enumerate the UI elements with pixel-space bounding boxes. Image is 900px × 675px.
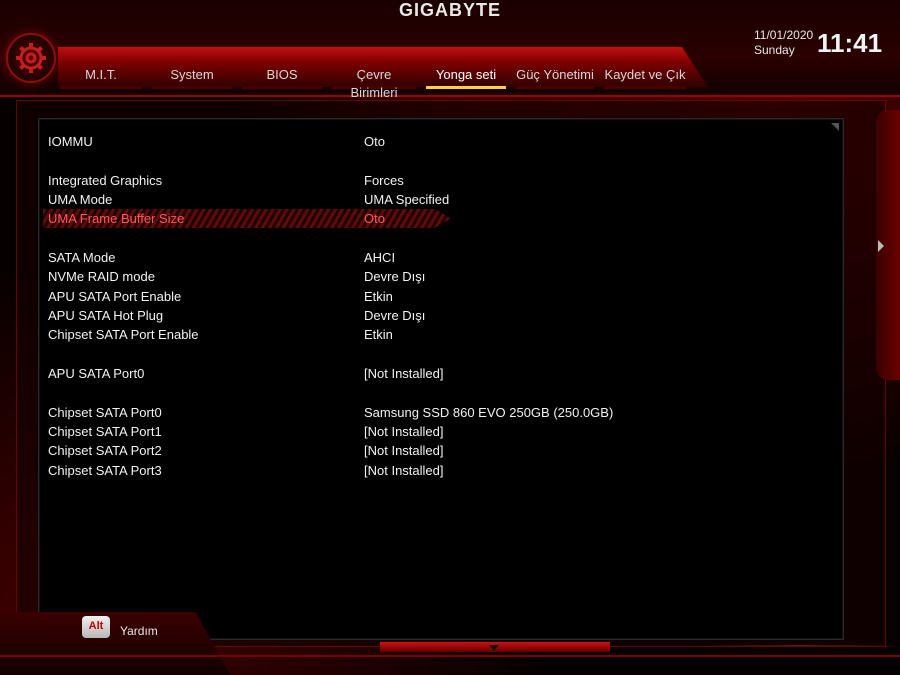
setting-sata-mode[interactable]: SATA Mode AHCI	[39, 248, 843, 267]
setting-label: Chipset SATA Port2	[48, 443, 162, 458]
day-text: Sunday	[754, 43, 795, 57]
setting-label: UMA Frame Buffer Size	[48, 211, 185, 226]
setting-uma-frame-buffer-size[interactable]: UMA Frame Buffer Size Oto	[39, 209, 843, 228]
setting-value[interactable]: UMA Specified	[364, 190, 449, 209]
setting-apu-sata-hot-plug[interactable]: APU SATA Hot Plug Devre Dışı	[39, 306, 843, 325]
setting-label: APU SATA Port0	[48, 366, 145, 381]
setting-chipset-sata-port2[interactable]: Chipset SATA Port2 [Not Installed]	[39, 441, 843, 460]
tab-mit[interactable]: M.I.T.	[60, 66, 142, 89]
setting-label: APU SATA Hot Plug	[48, 308, 164, 323]
bottom-bar	[0, 612, 230, 675]
setting-apu-sata-port-enable[interactable]: APU SATA Port Enable Etkin	[39, 287, 843, 306]
setting-value: Samsung SSD 860 EVO 250GB (250.0GB)	[364, 405, 614, 420]
setting-label: Chipset SATA Port1	[48, 424, 162, 439]
tab-bios[interactable]: BIOS	[242, 66, 322, 89]
tab-chipset[interactable]: Yonga seti	[426, 66, 506, 89]
help-label[interactable]: Yardım	[120, 624, 158, 638]
main-tabs: M.I.T. System BIOS Çevre Birimleri Yonga…	[60, 66, 696, 100]
setting-value[interactable]: Etkin	[364, 287, 393, 306]
setting-label: IOMMU	[48, 134, 93, 149]
setting-chipset-sata-port-enable[interactable]: Chipset SATA Port Enable Etkin	[39, 325, 843, 344]
setting-label: Integrated Graphics	[48, 173, 163, 188]
bottom-divider	[0, 655, 900, 657]
setting-value[interactable]: Oto	[364, 132, 385, 151]
setting-value[interactable]: Forces	[364, 171, 404, 190]
setting-chipset-sata-port0[interactable]: Chipset SATA Port0 Samsung SSD 860 EVO 2…	[39, 403, 843, 422]
setting-label: UMA Mode	[48, 192, 113, 207]
setting-value: [Not Installed]	[364, 424, 444, 439]
setting-value: [Not Installed]	[364, 366, 444, 381]
arrow-down-icon[interactable]	[489, 645, 499, 651]
setting-iommu[interactable]: IOMMU Oto	[39, 132, 843, 151]
setting-chipset-sata-port3[interactable]: Chipset SATA Port3 [Not Installed]	[39, 461, 843, 480]
setting-label: APU SATA Port Enable	[48, 289, 182, 304]
setting-integrated-graphics[interactable]: Integrated Graphics Forces	[39, 171, 843, 190]
setting-nvme-raid-mode[interactable]: NVMe RAID mode Devre Dışı	[39, 267, 843, 286]
setting-value[interactable]: Etkin	[364, 325, 393, 344]
tab-peripherals[interactable]: Çevre Birimleri	[332, 66, 416, 100]
tab-power-management[interactable]: Güç Yönetimi	[516, 66, 594, 89]
setting-label: SATA Mode	[48, 250, 116, 265]
gear-icon-graphic	[16, 43, 46, 73]
corner-marker	[831, 123, 839, 131]
date-display: 11/01/2020 Sunday	[754, 28, 813, 58]
setting-value: [Not Installed]	[364, 443, 444, 458]
setting-apu-sata-port0[interactable]: APU SATA Port0 [Not Installed]	[39, 364, 843, 383]
setting-label: Chipset SATA Port3	[48, 463, 162, 478]
setting-value[interactable]: Oto	[364, 209, 385, 228]
clock: 11:41	[817, 28, 883, 58]
setting-value[interactable]: Devre Dışı	[364, 306, 425, 325]
setting-value: [Not Installed]	[364, 463, 444, 478]
alt-key-icon[interactable]: Alt	[82, 616, 110, 638]
setting-label: Chipset SATA Port0	[48, 405, 162, 420]
arrow-right-icon[interactable]	[878, 240, 884, 252]
settings-panel: IOMMU Oto Integrated Graphics Forces UMA…	[38, 118, 844, 640]
gear-icon[interactable]	[6, 33, 56, 83]
tab-system[interactable]: System	[152, 66, 232, 89]
setting-value[interactable]: AHCI	[364, 248, 395, 267]
tab-save-exit[interactable]: Kaydet ve Çık	[604, 66, 686, 89]
date-text: 11/01/2020	[754, 28, 814, 42]
brand-logo: GIGABYTE	[398, 0, 501, 20]
setting-label: Chipset SATA Port Enable	[48, 327, 199, 342]
setting-label: NVMe RAID mode	[48, 269, 155, 284]
setting-value[interactable]: Devre Dışı	[364, 267, 425, 286]
setting-uma-mode[interactable]: UMA Mode UMA Specified	[39, 190, 843, 209]
setting-chipset-sata-port1[interactable]: Chipset SATA Port1 [Not Installed]	[39, 422, 843, 441]
